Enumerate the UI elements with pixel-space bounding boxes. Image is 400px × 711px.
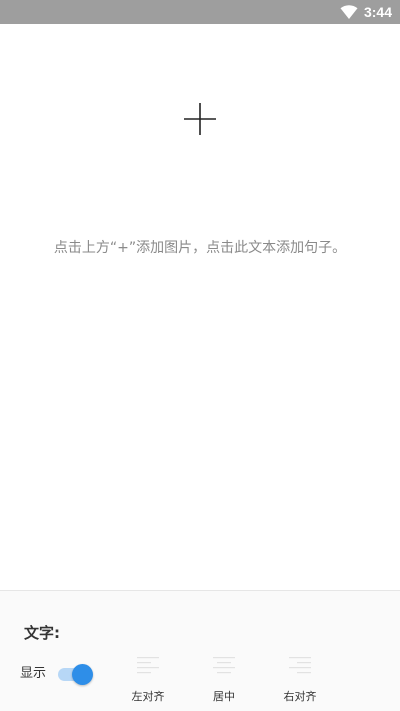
toggle-thumb — [72, 664, 93, 685]
show-text-label: 显示 — [20, 666, 47, 681]
align-left-label: 左对齐 — [131, 690, 165, 703]
align-center-label: 居中 — [213, 690, 235, 703]
show-text-toggle[interactable] — [57, 663, 93, 685]
screen: 3:44 点击上方“+”添加图片，点击此文本添加句子。 文字: 显示 左对齐 居… — [0, 0, 400, 711]
align-right-option[interactable]: 右对齐 — [270, 654, 330, 708]
status-bar: 3:44 — [0, 0, 400, 24]
align-right-icon — [288, 654, 312, 678]
align-right-label: 右对齐 — [283, 690, 317, 703]
add-image-button[interactable] — [180, 99, 220, 139]
add-sentence-hint[interactable]: 点击上方“+”添加图片，点击此文本添加句子。 — [0, 238, 400, 258]
align-center-option[interactable]: 居中 — [194, 654, 254, 708]
wifi-icon — [340, 4, 358, 20]
align-center-icon — [212, 654, 236, 678]
plus-icon — [180, 99, 220, 139]
align-left-option[interactable]: 左对齐 — [118, 654, 178, 708]
text-section-title: 文字: — [24, 624, 60, 642]
status-time: 3:44 — [363, 4, 392, 20]
align-left-icon — [136, 654, 160, 678]
